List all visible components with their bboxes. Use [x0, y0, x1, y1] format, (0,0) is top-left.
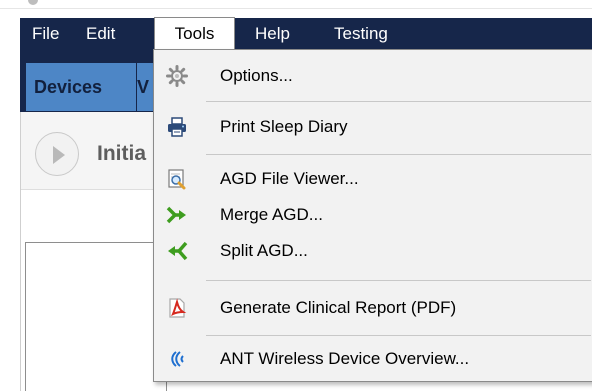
initialize-play-button[interactable]	[35, 132, 79, 176]
initialize-label: Initia	[97, 142, 147, 165]
menu-tools[interactable]: Tools	[154, 17, 235, 51]
menu-separator	[206, 154, 591, 155]
menu-item-agd-file-viewer[interactable]: AGD File Viewer...	[154, 163, 592, 195]
file-viewer-icon	[166, 168, 188, 190]
menu-separator	[206, 335, 591, 336]
menu-item-ant-wireless-overview[interactable]: ANT Wireless Device Overview...	[154, 343, 592, 375]
menubar: File Edit Tools Help Testing	[20, 17, 592, 51]
split-icon	[166, 240, 188, 262]
wireless-icon	[166, 348, 188, 370]
menu-file[interactable]: File	[32, 18, 59, 50]
menu-item-generate-clinical-report[interactable]: Generate Clinical Report (PDF)	[154, 292, 592, 324]
menu-item-label: Print Sleep Diary	[220, 117, 348, 136]
menu-separator	[206, 101, 591, 102]
merge-icon	[166, 204, 188, 226]
menu-item-label: AGD File Viewer...	[220, 169, 359, 188]
menu-item-print-sleep-diary[interactable]: Print Sleep Diary	[154, 111, 592, 143]
menu-item-split-agd[interactable]: Split AGD...	[154, 235, 592, 267]
window-top-edge	[0, 0, 592, 9]
menu-item-label: Merge AGD...	[220, 205, 323, 224]
menu-help[interactable]: Help	[255, 18, 290, 50]
menu-item-label: ANT Wireless Device Overview...	[220, 349, 470, 368]
app-window: File Edit Tools Help Testing Devices V I…	[0, 0, 592, 391]
gear-icon	[166, 65, 188, 87]
menu-separator	[206, 280, 591, 281]
menu-edit[interactable]: Edit	[86, 18, 115, 50]
printer-icon	[166, 116, 188, 138]
tools-dropdown-menu: Options... Print Sleep Diary AGD File Vi…	[153, 49, 592, 382]
window-icon	[28, 0, 38, 5]
menu-item-label: Options...	[220, 66, 293, 85]
tab-devices[interactable]: Devices	[26, 63, 136, 111]
menu-item-label: Generate Clinical Report (PDF)	[220, 298, 457, 317]
devices-list-panel	[25, 242, 167, 391]
menu-testing[interactable]: Testing	[334, 18, 388, 50]
pdf-icon	[166, 297, 188, 319]
menu-item-label: Split AGD...	[220, 241, 308, 260]
menu-item-options[interactable]: Options...	[154, 60, 592, 92]
menu-item-merge-agd[interactable]: Merge AGD...	[154, 199, 592, 231]
